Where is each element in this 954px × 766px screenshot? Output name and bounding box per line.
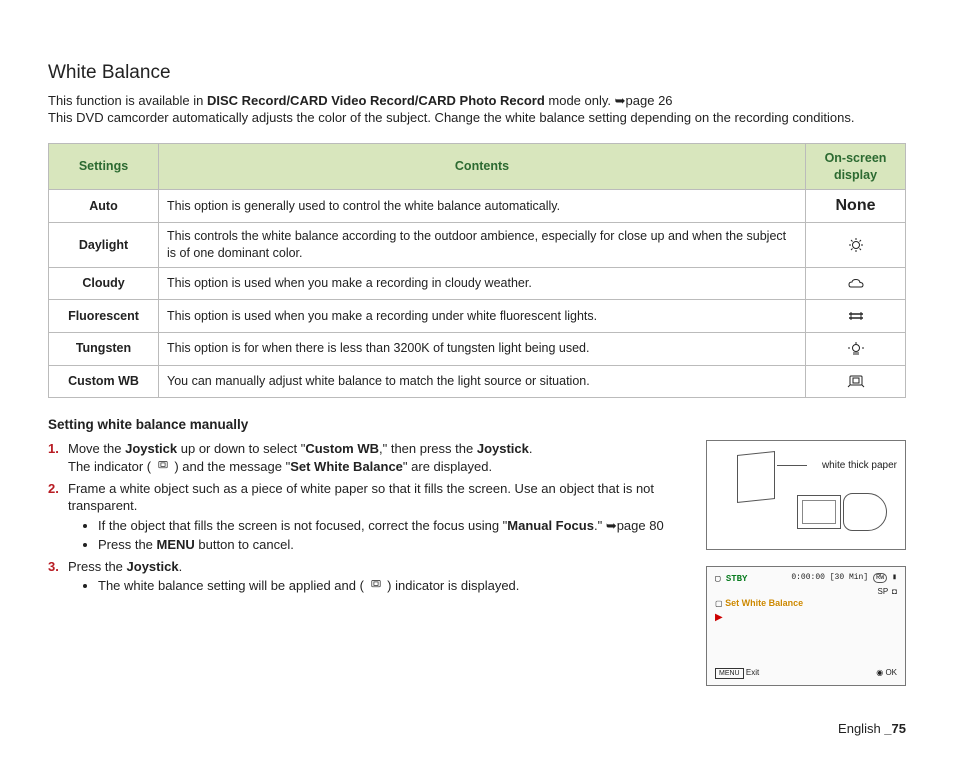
col-header-settings: Settings — [49, 143, 159, 190]
table-row: Custom WB You can manually adjust white … — [49, 365, 906, 398]
col-header-contents: Contents — [159, 143, 806, 190]
custom-wb-icon — [806, 365, 906, 398]
paper-label: white thick paper — [822, 459, 897, 473]
manual-heading: Setting white balance manually — [48, 416, 906, 434]
row-desc: You can manually adjust white balance to… — [159, 365, 806, 398]
table-row: Daylight This controls the white balance… — [49, 223, 906, 268]
row-label-fluorescent: Fluorescent — [49, 300, 159, 333]
settings-table: Settings Contents On-screen display Auto… — [48, 143, 906, 398]
step-3: 3. Press the Joystick. The white balance… — [48, 558, 688, 595]
intro-modes: DISC Record/CARD Video Record/CARD Photo… — [207, 93, 545, 108]
disc-icon: ◘ — [892, 587, 897, 598]
instructions: 1. Move the Joystick up or down to selec… — [48, 440, 688, 598]
step-2: 2. Frame a white object such as a piece … — [48, 480, 688, 554]
row-label-tungsten: Tungsten — [49, 333, 159, 366]
intro-line2: This DVD camcorder automatically adjusts… — [48, 110, 854, 125]
rw-indicator: RW — [873, 573, 887, 583]
page-title: White Balance — [48, 60, 906, 86]
table-row: Tungsten This option is for when there i… — [49, 333, 906, 366]
stby-label: STBY — [726, 574, 748, 584]
row-label-cloudy: Cloudy — [49, 267, 159, 300]
custom-wb-icon: ▢ — [715, 574, 720, 584]
row-label-custom: Custom WB — [49, 365, 159, 398]
page-ref-80: ➥page 80 — [606, 518, 664, 533]
exit-label: Exit — [746, 668, 759, 677]
row-desc: This controls the white balance accordin… — [159, 223, 806, 268]
lcd-mockup: ▢ STBY 0:00:00 [30 Min] RW ▮ SP ◘ ▢ Set … — [706, 566, 906, 686]
page-ref-26: ➥page 26 — [615, 93, 673, 108]
custom-wb-icon — [155, 458, 171, 476]
table-row: Auto This option is generally used to co… — [49, 190, 906, 223]
battery-icon: ▮ — [892, 573, 897, 582]
bullet: Press the MENU button to cancel. — [98, 536, 688, 554]
intro-text: This function is available in — [48, 93, 207, 108]
row-desc: This option is for when there is less th… — [159, 333, 806, 366]
camera-icon — [797, 487, 887, 537]
bullet: If the object that fills the screen is n… — [98, 517, 688, 535]
col-header-display: On-screen display — [806, 143, 906, 190]
cloud-icon — [806, 267, 906, 300]
table-row: Cloudy This option is used when you make… — [49, 267, 906, 300]
table-row: Fluorescent This option is used when you… — [49, 300, 906, 333]
row-desc: This option is used when you make a reco… — [159, 267, 806, 300]
row-icon-none: None — [806, 190, 906, 223]
sun-icon — [806, 223, 906, 268]
row-label-daylight: Daylight — [49, 223, 159, 268]
tungsten-icon — [806, 333, 906, 366]
ok-label: OK — [885, 668, 897, 677]
custom-wb-icon: ▢ — [715, 599, 723, 608]
row-label-auto: Auto — [49, 190, 159, 223]
menu-button-label: MENU — [715, 668, 744, 679]
cursor-icon: ▶ — [715, 611, 897, 625]
time-remaining: 0:00:00 [30 Min] — [791, 573, 868, 582]
intro-paragraph: This function is available in DISC Recor… — [48, 92, 906, 127]
page-footer: English _75 — [838, 720, 906, 738]
custom-wb-icon — [368, 577, 384, 595]
fluorescent-icon — [806, 300, 906, 333]
sp-indicator: SP — [877, 587, 888, 598]
row-desc: This option is used when you make a reco… — [159, 300, 806, 333]
set-wb-message: ▢ Set White Balance — [715, 597, 897, 610]
step-1: 1. Move the Joystick up or down to selec… — [48, 440, 688, 475]
camera-diagram: white thick paper — [706, 440, 906, 550]
bullet: The white balance setting will be applie… — [98, 577, 688, 595]
row-desc: This option is generally used to control… — [159, 190, 806, 223]
intro-text2: mode only. — [545, 93, 615, 108]
